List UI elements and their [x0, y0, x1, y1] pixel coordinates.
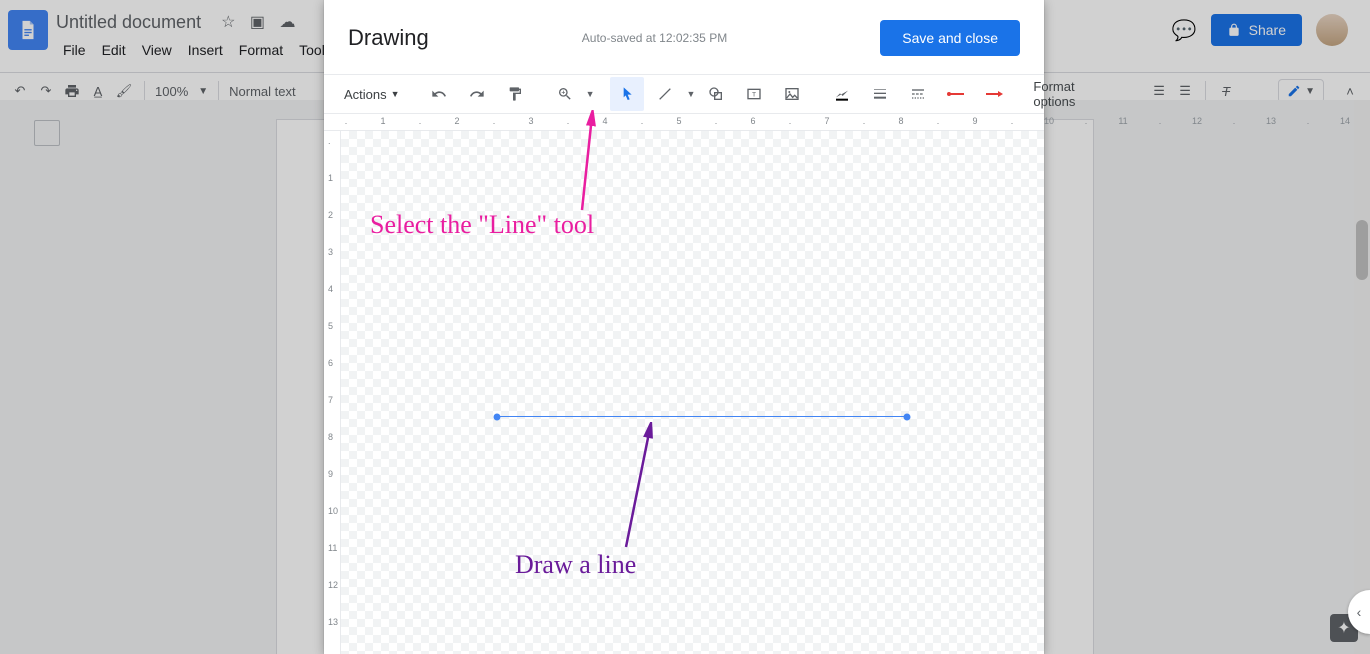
share-label: Share — [1249, 22, 1286, 38]
svg-text:T: T — [752, 92, 756, 99]
actions-menu[interactable]: Actions▼ — [338, 83, 406, 106]
line-end-handle[interactable] — [904, 414, 911, 421]
docs-logo-icon[interactable] — [8, 10, 48, 50]
format-options-button[interactable]: Format options — [1027, 75, 1081, 113]
undo-icon[interactable] — [422, 77, 456, 111]
line-weight-icon[interactable] — [863, 77, 897, 111]
drawing-canvas[interactable] — [341, 131, 1044, 654]
print-icon[interactable] — [62, 81, 82, 101]
drawn-line[interactable] — [497, 416, 907, 417]
line-tool[interactable] — [648, 77, 682, 111]
drawing-dialog: Drawing Auto-saved at 12:02:35 PM Save a… — [324, 0, 1044, 654]
text-box-tool[interactable]: T — [737, 77, 771, 111]
document-title[interactable]: Untitled document — [56, 12, 201, 33]
select-tool[interactable] — [610, 77, 644, 111]
redo-icon[interactable] — [460, 77, 494, 111]
drawing-toolbar: Actions▼ ▼ ▼ T Format options — [324, 74, 1044, 114]
save-and-close-button[interactable]: Save and close — [880, 20, 1020, 56]
paint-format-icon[interactable] — [498, 77, 532, 111]
cloud-status-icon[interactable]: ☁ — [279, 14, 295, 31]
menu-edit[interactable]: Edit — [95, 38, 133, 62]
indent-increase-icon[interactable]: ☰ — [1175, 81, 1195, 101]
zoom-icon[interactable] — [548, 77, 582, 111]
star-icon[interactable]: ☆ — [221, 14, 235, 31]
autosave-status: Auto-saved at 12:02:35 PM — [449, 31, 861, 45]
style-select[interactable]: Normal text — [229, 84, 295, 99]
undo-icon[interactable]: ↶ — [10, 81, 30, 101]
scrollbar[interactable] — [1354, 100, 1370, 654]
line-start-handle[interactable] — [494, 414, 501, 421]
paint-format-icon[interactable]: 🖌 — [114, 81, 134, 101]
clear-format-icon[interactable]: T — [1216, 81, 1236, 101]
zoom-select[interactable]: 100% — [155, 84, 188, 99]
image-tool[interactable] — [775, 77, 809, 111]
indent-decrease-icon[interactable]: ☰ — [1149, 81, 1169, 101]
redo-icon[interactable]: ↷ — [36, 81, 56, 101]
dialog-title: Drawing — [348, 25, 429, 51]
menu-view[interactable]: View — [135, 38, 179, 62]
line-color-icon[interactable] — [825, 77, 859, 111]
expand-icon[interactable]: ˄ — [1340, 81, 1360, 101]
line-start-icon[interactable] — [939, 77, 973, 111]
vertical-ruler: .1234567891011121314 — [324, 131, 341, 654]
user-avatar[interactable] — [1316, 14, 1348, 46]
line-dash-icon[interactable] — [901, 77, 935, 111]
outline-toggle-icon[interactable] — [34, 120, 60, 146]
menu-file[interactable]: File — [56, 38, 93, 62]
spellcheck-icon[interactable]: A̲ — [88, 81, 108, 101]
comments-icon[interactable]: 💬 — [1172, 18, 1197, 43]
horizontal-ruler: .1.2.3.4.5.6.7.8.9.10.11.12.13.14.15.16.… — [324, 114, 1044, 131]
move-icon[interactable]: ▣ — [250, 14, 265, 31]
share-button[interactable]: Share — [1211, 14, 1302, 46]
menu-insert[interactable]: Insert — [181, 38, 230, 62]
shape-tool[interactable] — [699, 77, 733, 111]
line-end-icon[interactable] — [977, 77, 1011, 111]
menu-format[interactable]: Format — [232, 38, 290, 62]
